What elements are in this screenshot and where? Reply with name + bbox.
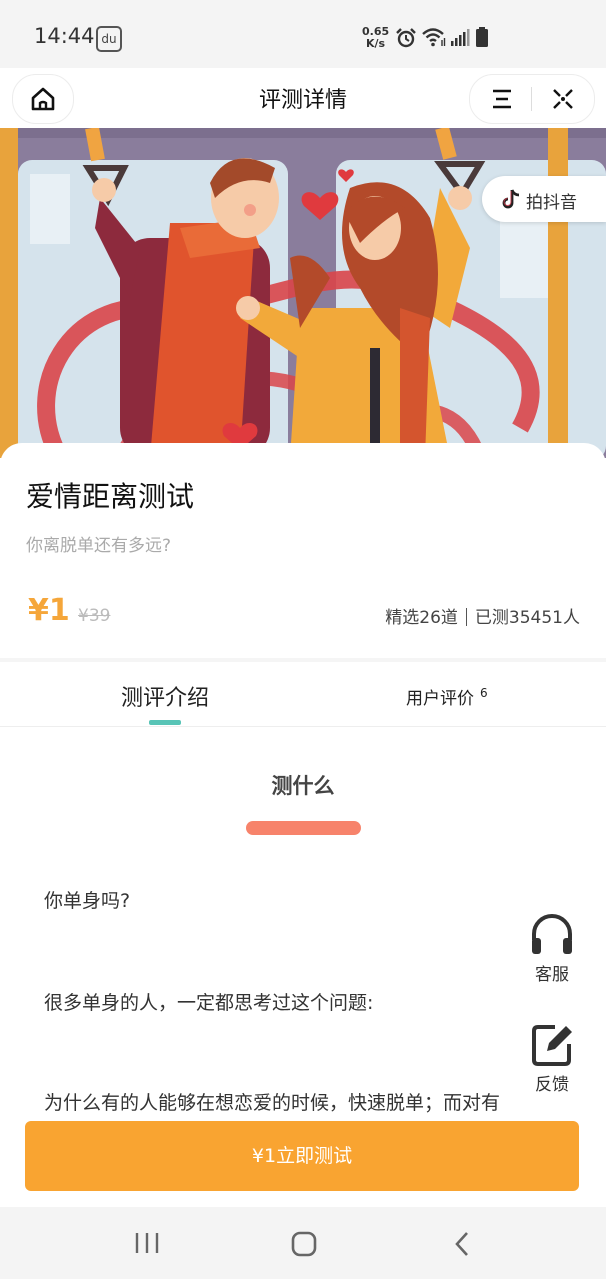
start-test-button[interactable]: ¥1立即测试	[25, 1121, 579, 1191]
feedback-button[interactable]: 反馈	[524, 1022, 580, 1095]
douyin-share-button[interactable]: 拍抖音	[482, 176, 606, 222]
menu-icon	[493, 89, 511, 109]
content-paragraph: 你单身吗?	[44, 890, 131, 912]
section-title: 测什么	[271, 774, 335, 798]
customer-service-label: 客服	[535, 965, 569, 985]
test-title: 爱情距离测试	[26, 480, 195, 513]
tab-reviews[interactable]: 用户评价 6	[406, 684, 488, 709]
content-paragraph: 为什么有的人能够在想恋爱的时候，快速脱单；而对有	[44, 1092, 501, 1114]
close-button[interactable]	[542, 85, 582, 113]
test-info-card: 爱情距离测试 你离脱单还有多远? ¥1 ¥39 精选26道 已测35451人	[0, 443, 606, 658]
mini-program-capsule	[469, 74, 595, 124]
tested-count: 已测35451人	[474, 608, 580, 628]
menu-button[interactable]	[482, 85, 522, 113]
headset-icon	[532, 914, 572, 954]
edit-icon	[532, 1025, 572, 1066]
section-title-underline	[246, 821, 361, 835]
capsule-divider	[531, 87, 532, 111]
stats-divider	[465, 608, 467, 626]
network-speed-unit: K/s	[366, 37, 386, 50]
tab-reviews-label: 用户评价	[406, 689, 474, 709]
douyin-icon	[502, 189, 520, 209]
home-system-icon[interactable]	[290, 1231, 318, 1257]
tab-active-indicator	[149, 720, 181, 725]
back-icon[interactable]	[452, 1231, 472, 1257]
baidu-app-icon: du	[96, 26, 122, 52]
battery-icon	[476, 27, 488, 47]
status-time: 14:44	[34, 24, 95, 48]
question-count: 精选26道	[385, 608, 458, 628]
alarm-icon	[396, 28, 416, 48]
test-subtitle: 你离脱单还有多远?	[26, 536, 172, 556]
nav-bar: 评测详情	[0, 68, 606, 128]
wifi-icon	[422, 28, 446, 47]
current-price: ¥1	[28, 593, 70, 628]
reviews-count: 6	[480, 686, 488, 701]
original-price: ¥39	[78, 606, 111, 626]
customer-service-button[interactable]: 客服	[524, 912, 580, 985]
test-stats: 精选26道 已测35451人	[385, 603, 580, 628]
tab-intro[interactable]: 测评介绍	[0, 680, 330, 712]
status-bar: 14:44 du 0.65 K/s	[0, 0, 606, 68]
system-nav-bar	[0, 1207, 606, 1279]
douyin-label: 拍抖音	[526, 193, 577, 213]
network-speed: 0.65 K/s	[362, 26, 389, 50]
signal-icon	[451, 29, 470, 46]
recent-apps-icon[interactable]	[134, 1232, 160, 1254]
close-target-icon	[553, 89, 573, 109]
feedback-label: 反馈	[535, 1075, 569, 1095]
content-paragraph: 很多单身的人，一定都思考过这个问题:	[44, 992, 374, 1014]
tab-bar: 测评介绍 用户评价 6	[0, 662, 606, 727]
